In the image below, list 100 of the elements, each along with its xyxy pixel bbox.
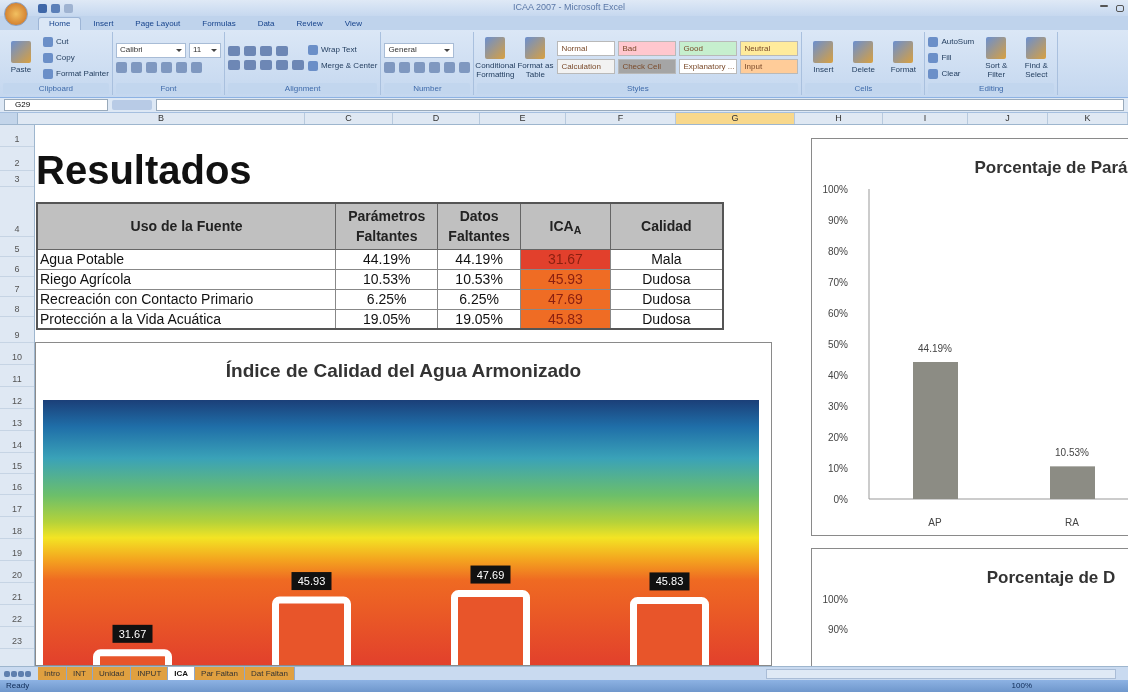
column-header[interactable]: J — [968, 113, 1048, 124]
sheet-tab[interactable]: INPUT — [131, 667, 169, 680]
ribbon-button[interactable]: Copy — [43, 50, 109, 65]
cell-style-swatch[interactable]: Input — [740, 59, 799, 74]
command-icon — [43, 52, 53, 63]
ribbon-button[interactable]: AutoSum — [928, 34, 975, 49]
formula-field[interactable] — [156, 99, 1124, 111]
row-header[interactable]: 12 — [0, 387, 34, 409]
axis-tick-label: 90% — [828, 214, 848, 226]
ribbon-tab[interactable]: Formulas — [192, 17, 246, 30]
sheet-tab[interactable]: Intro — [38, 667, 67, 680]
caret-icon — [175, 48, 182, 52]
format-icon — [130, 61, 142, 73]
row-header[interactable]: 7 — [0, 277, 34, 297]
ribbon-button[interactable]: Conditional Formatting — [477, 36, 514, 79]
sheet-tab[interactable]: Par Faltan — [195, 667, 245, 680]
cell-style-swatch[interactable]: Calculation — [557, 59, 616, 74]
ribbon-button[interactable]: Format as Table — [517, 36, 554, 79]
dropdown-field[interactable]: 11 — [188, 42, 221, 58]
minimize-icon — [1100, 4, 1108, 7]
caret-icon — [210, 48, 217, 52]
ribbon-button[interactable]: Format Painter — [43, 66, 109, 81]
ribbon-button[interactable]: Insert — [805, 41, 842, 74]
category-label: AP — [928, 516, 942, 528]
axis-tick-label: 20% — [828, 431, 848, 443]
ribbon-button[interactable]: Delete — [845, 41, 882, 74]
ribbon-tab[interactable]: Page Layout — [125, 17, 191, 30]
maximize-icon — [1116, 4, 1124, 12]
ribbon-button[interactable]: Merge & Center — [307, 58, 378, 73]
command-icon — [525, 36, 546, 59]
row-header[interactable]: 23 — [0, 627, 34, 649]
ribbon-button[interactable]: Wrap Text — [307, 42, 378, 57]
select-all-corner[interactable] — [0, 113, 18, 124]
ribbon-tab[interactable]: Data — [247, 17, 285, 30]
dropdown-field[interactable]: Calibri — [115, 42, 186, 58]
align-icon — [259, 59, 272, 70]
axis-tick-label: 100% — [822, 183, 848, 195]
cell-style-swatch[interactable]: Normal — [557, 41, 616, 56]
ribbon-button[interactable]: Clear — [928, 66, 975, 81]
ribbon-button[interactable]: Cut — [43, 34, 109, 49]
chart-title: Porcentaje de D — [986, 567, 1116, 589]
sheet-tab[interactable]: Dat Faltan — [244, 667, 295, 680]
zoom-level: 100% — [1011, 680, 1032, 692]
ribbon-button[interactable]: Sort & Filter — [978, 36, 1015, 79]
sheet-tab[interactable]: INT — [67, 667, 93, 680]
row-header[interactable]: 6 — [0, 257, 34, 277]
cell-style-swatch[interactable]: Bad — [618, 41, 677, 56]
row-header[interactable]: 15 — [0, 453, 34, 474]
row-header[interactable]: 11 — [0, 365, 34, 387]
office-button[interactable] — [4, 2, 28, 26]
group-label: Styles — [477, 83, 799, 94]
column-header[interactable]: K — [1048, 113, 1128, 124]
ribbon-tab[interactable]: Home — [38, 17, 82, 30]
cell-style-swatch[interactable]: Neutral — [740, 41, 799, 56]
cell-style-swatch[interactable]: Good — [679, 41, 738, 56]
table-cell: 10.53% — [335, 269, 438, 289]
column-header[interactable]: G — [676, 113, 795, 124]
row-header[interactable]: 9 — [0, 317, 34, 343]
column-header[interactable]: C — [305, 113, 393, 124]
ribbon-button[interactable]: Find & Select — [1018, 36, 1055, 79]
row-header[interactable]: 20 — [0, 561, 34, 583]
row-header[interactable]: 19 — [0, 539, 34, 561]
sheet-tab[interactable]: Unidad — [92, 667, 132, 680]
row-header[interactable]: 8 — [0, 297, 34, 317]
sheet-title: Resultados — [36, 148, 252, 192]
row-header[interactable]: 22 — [0, 605, 34, 627]
row-header[interactable]: 2 — [0, 147, 34, 171]
ribbon-tab[interactable]: Insert — [83, 17, 124, 30]
cell-style-swatch[interactable]: Explanatory ... — [679, 59, 738, 74]
row-header[interactable]: 1 — [0, 125, 34, 147]
row-header[interactable]: 10 — [0, 343, 34, 365]
ribbon-button[interactable]: Format — [885, 41, 922, 74]
column-header[interactable]: D — [393, 113, 480, 124]
row-header[interactable]: 4 — [0, 187, 34, 237]
column-header[interactable]: E — [480, 113, 566, 124]
ribbon-button[interactable]: Paste — [3, 41, 39, 74]
data-label: 45.93 — [291, 571, 332, 590]
axis-tick-label: 80% — [828, 245, 848, 257]
column-header[interactable]: I — [883, 113, 968, 124]
column-header[interactable]: H — [795, 113, 883, 124]
sheet-tab[interactable]: ICA — [168, 667, 196, 680]
row-header[interactable]: 14 — [0, 431, 34, 453]
row-header[interactable]: 3 — [0, 171, 34, 187]
command-icon — [43, 36, 53, 47]
column-header[interactable]: B — [18, 113, 305, 124]
row-header[interactable]: 13 — [0, 409, 34, 431]
function-icon — [112, 100, 152, 110]
command-icon — [893, 41, 914, 63]
row-header[interactable]: 5 — [0, 237, 34, 257]
name-box[interactable]: G29 — [4, 99, 108, 111]
row-header[interactable]: 21 — [0, 583, 34, 605]
group-label: Alignment — [227, 83, 378, 94]
row-header[interactable]: 17 — [0, 495, 34, 517]
ribbon-tab[interactable]: Review — [286, 17, 333, 30]
row-header[interactable]: 18 — [0, 517, 34, 539]
ribbon-button[interactable]: Fill — [928, 50, 975, 65]
ribbon-tab[interactable]: View — [334, 17, 372, 30]
horizontal-scrollbar[interactable] — [766, 668, 1116, 679]
row-header[interactable]: 16 — [0, 474, 34, 495]
dropdown-field[interactable]: General — [384, 42, 455, 58]
